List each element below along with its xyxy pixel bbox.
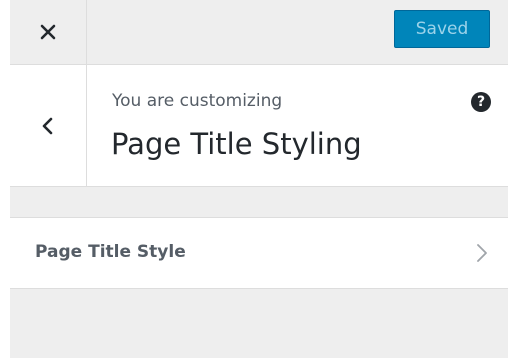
customizing-label: You are customizing [112,91,283,111]
close-button[interactable] [10,0,87,64]
customizer-header: Saved [10,0,508,65]
chevron-right-icon [477,244,487,262]
section-label: Page Title Style [35,242,186,262]
panel-title: Page Title Styling [111,127,362,161]
customizer-info-panel: You are customizing Page Title Styling ? [10,65,508,187]
chevron-left-icon [42,117,53,134]
section-spacer [10,187,508,216]
section-page-title-style[interactable]: Page Title Style [10,217,508,289]
save-button[interactable]: Saved [394,10,490,48]
left-margin [0,0,10,358]
empty-panel-area [10,290,508,358]
right-margin [508,0,518,358]
help-icon[interactable]: ? [471,92,491,112]
back-button[interactable] [10,65,87,186]
close-icon [40,24,56,40]
